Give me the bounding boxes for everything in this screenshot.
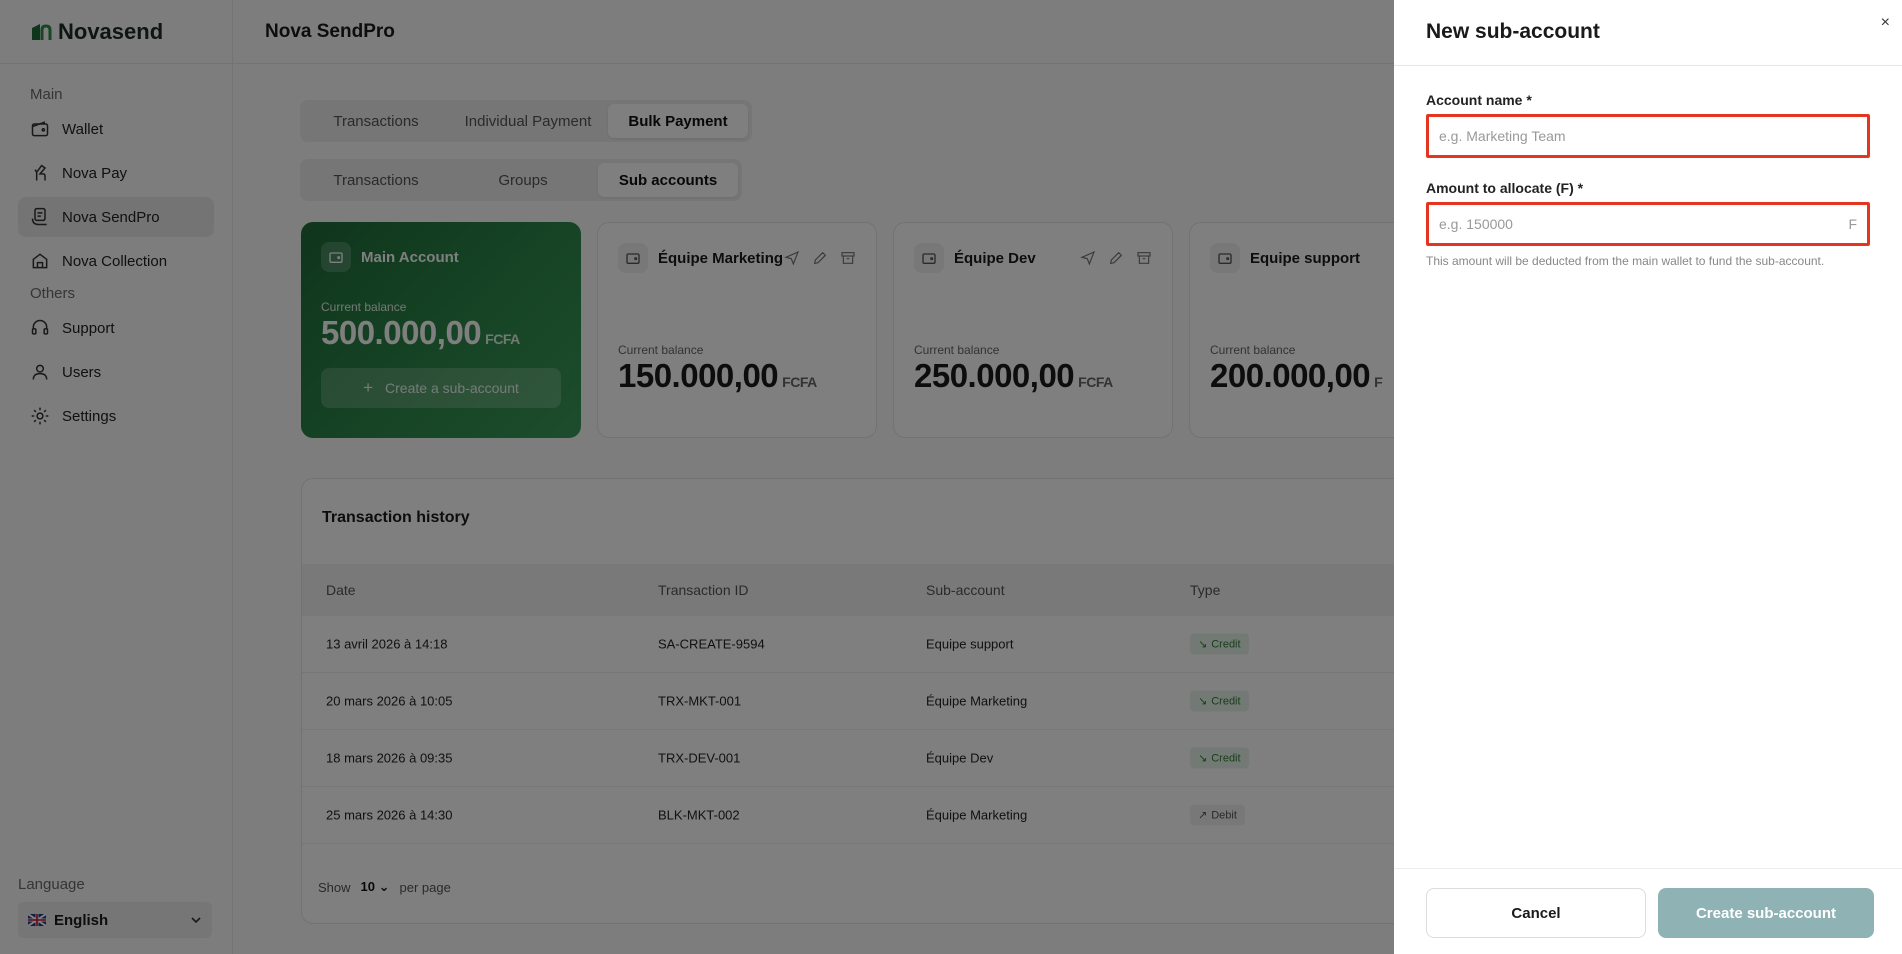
account-name-label: Account name *: [1426, 92, 1532, 108]
new-sub-account-panel: New sub-account × Account name * e.g. Ma…: [1394, 0, 1902, 954]
amount-label: Amount to allocate (F) *: [1426, 180, 1584, 196]
divider: [1394, 65, 1902, 66]
account-name-placeholder: e.g. Marketing Team: [1439, 128, 1566, 144]
panel-title: New sub-account: [1426, 20, 1600, 43]
create-sub-account-submit-button[interactable]: Create sub-account: [1658, 888, 1874, 938]
amount-placeholder: e.g. 150000: [1439, 216, 1513, 232]
amount-input[interactable]: e.g. 150000 F: [1426, 202, 1870, 246]
divider: [1394, 868, 1902, 869]
close-icon[interactable]: ×: [1881, 14, 1890, 32]
cancel-button[interactable]: Cancel: [1426, 888, 1646, 938]
amount-suffix: F: [1848, 216, 1857, 232]
account-name-input[interactable]: e.g. Marketing Team: [1426, 114, 1870, 158]
amount-help-text: This amount will be deducted from the ma…: [1426, 254, 1825, 268]
